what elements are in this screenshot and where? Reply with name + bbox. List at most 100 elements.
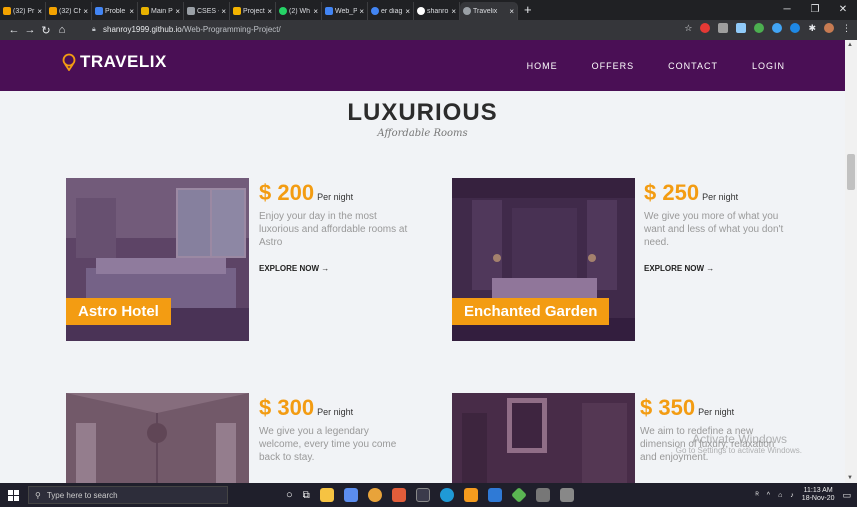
tab-favicon-icon	[187, 7, 195, 15]
close-icon[interactable]: ×	[509, 7, 514, 16]
address-bar[interactable]: 🔒︎ shanroy1999.github.io/Web-Programming…	[92, 22, 652, 37]
back-icon[interactable]: ←	[6, 24, 22, 36]
site-navbar: TRAVELIX HOME OFFERS CONTACT LOGIN	[0, 40, 845, 91]
avatar[interactable]	[824, 23, 834, 33]
close-icon[interactable]: ×	[221, 7, 226, 16]
extension-icon[interactable]	[718, 23, 729, 33]
scroll-down-icon[interactable]: ▼	[847, 475, 853, 481]
close-icon[interactable]: ×	[129, 7, 134, 16]
menu-login[interactable]: LOGIN	[752, 61, 785, 71]
more-icon[interactable]: ⋮	[842, 23, 851, 33]
minimize-icon[interactable]: ─	[773, 0, 801, 20]
browser-tab-strip: (32) Pr × (32) Ch × Proble × Main P × CSES -…	[0, 0, 857, 20]
browser-tab[interactable]: shanro ×	[414, 2, 460, 20]
explore-now-link[interactable]: EXPLORE NOW →	[644, 264, 794, 273]
home-icon[interactable]: ⌂	[54, 24, 70, 36]
network-icon[interactable]: ⌂	[778, 492, 782, 499]
browser-tab-active[interactable]: Travelix ×	[460, 2, 518, 20]
explore-now-link[interactable]: EXPLORE NOW →	[259, 264, 409, 273]
browser-tab[interactable]: Proble ×	[92, 2, 138, 20]
site-menu: HOME OFFERS CONTACT LOGIN	[493, 40, 785, 91]
browser-tab[interactable]: (2) Wh ×	[276, 2, 322, 20]
app-icon[interactable]	[391, 488, 406, 502]
chrome-icon[interactable]	[367, 488, 382, 502]
extension-icon[interactable]	[700, 23, 711, 33]
forward-icon[interactable]: →	[22, 24, 38, 36]
browser-tab[interactable]: Web_P ×	[322, 2, 368, 20]
section-headline: LUXURIOUS	[347, 99, 498, 126]
star-icon[interactable]: ☆	[684, 23, 692, 33]
app-icon[interactable]	[415, 488, 430, 502]
offer-name-badge: Enchanted Garden	[452, 298, 610, 325]
menu-offers[interactable]: OFFERS	[592, 61, 635, 71]
restore-icon[interactable]: ❐	[801, 0, 829, 20]
reload-icon[interactable]: ↻	[38, 24, 54, 37]
offer-image-astro[interactable]: Astro Hotel	[66, 178, 249, 341]
offer-info-enchanted-garden: $ 250 Per night We give you more of what …	[644, 180, 794, 273]
app-icon[interactable]	[535, 488, 550, 502]
notifications-icon[interactable]: ▭	[842, 490, 851, 501]
puzzle-icon[interactable]: ✱	[808, 23, 816, 33]
offer-description: We give you a legendary welcome, every t…	[259, 426, 397, 463]
offer-name-badge: Astro Hotel	[66, 298, 171, 325]
windows-start-icon[interactable]	[0, 483, 26, 507]
extension-icon[interactable]	[790, 23, 801, 33]
app-icon[interactable]	[559, 488, 574, 502]
close-icon[interactable]: ×	[451, 7, 456, 16]
offer-image-enchanted-garden[interactable]: Enchanted Garden	[452, 178, 635, 341]
offer-price: $ 300 Per night	[259, 395, 354, 420]
scrollbar-thumb[interactable]	[847, 154, 855, 190]
close-icon[interactable]: ×	[313, 7, 318, 16]
app-icon[interactable]	[343, 488, 358, 502]
extension-bar: ☆ ✱ ⋮	[684, 23, 851, 33]
scroll-up-icon[interactable]: ▲	[847, 42, 853, 48]
offer-image-4[interactable]	[452, 393, 635, 483]
brand-name: TRAVELIX	[80, 52, 167, 71]
app-icon[interactable]	[487, 488, 502, 502]
app-icon[interactable]	[510, 487, 527, 503]
offer-info-astro: $ 200 Per night Enjoy your day in the mos…	[259, 180, 409, 273]
close-icon[interactable]: ×	[83, 7, 88, 16]
location-pin-icon	[62, 53, 76, 71]
browser-tab[interactable]: (32) Pr ×	[0, 2, 46, 20]
browser-toolbar: ← → ↻ ⌂ 🔒︎ shanroy1999.github.io/Web-Pro…	[0, 20, 857, 40]
extension-icon[interactable]	[754, 23, 765, 33]
close-icon[interactable]: ×	[175, 7, 180, 16]
close-icon[interactable]: ×	[267, 7, 272, 16]
browser-tab[interactable]: er diag ×	[368, 2, 414, 20]
sublime-icon[interactable]	[463, 488, 478, 502]
browser-tab[interactable]: (32) Ch ×	[46, 2, 92, 20]
close-icon[interactable]: ×	[405, 7, 410, 16]
cortana-icon[interactable]: ○	[286, 489, 293, 501]
browser-tab[interactable]: Project ×	[230, 2, 276, 20]
offer-image-3[interactable]	[66, 393, 249, 483]
page-scrollbar[interactable]: ▲ ▼	[845, 40, 857, 483]
menu-home[interactable]: HOME	[527, 61, 558, 71]
close-icon[interactable]: ×	[359, 7, 364, 16]
task-view-icon[interactable]: ⧉	[303, 490, 310, 501]
system-tray: ᴿ ^ ⌂ ♪ 11:13 AM 18-Nov-20 ▭	[756, 483, 851, 507]
extension-icon[interactable]	[772, 23, 783, 33]
taskbar-search-placeholder: Type here to search	[46, 490, 118, 500]
extension-icon[interactable]	[736, 23, 747, 33]
menu-contact[interactable]: CONTACT	[668, 61, 718, 71]
file-explorer-icon[interactable]	[319, 488, 334, 502]
taskbar-clock[interactable]: 11:13 AM 18-Nov-20	[802, 487, 835, 503]
tab-favicon-icon	[49, 7, 57, 15]
chevron-up-icon[interactable]: ^	[767, 492, 770, 499]
edge-icon[interactable]	[439, 488, 454, 502]
taskbar-apps: ○ ⧉	[286, 487, 574, 503]
tab-favicon-icon	[95, 7, 103, 15]
browser-tab[interactable]: Main P ×	[138, 2, 184, 20]
people-icon[interactable]: ᴿ	[756, 492, 759, 499]
url-path: /Web-Programming-Project/	[181, 25, 281, 34]
close-window-icon[interactable]: ✕	[829, 0, 857, 20]
close-icon[interactable]: ×	[37, 7, 42, 16]
browser-tab[interactable]: CSES - ×	[184, 2, 230, 20]
tab-favicon-icon	[233, 7, 241, 15]
new-tab-button[interactable]: +	[524, 2, 532, 20]
tab-favicon-icon	[325, 7, 333, 15]
taskbar-search-input[interactable]: ⚲ Type here to search	[28, 486, 228, 504]
site-logo[interactable]: TRAVELIX	[62, 52, 167, 72]
volume-icon[interactable]: ♪	[790, 492, 794, 499]
